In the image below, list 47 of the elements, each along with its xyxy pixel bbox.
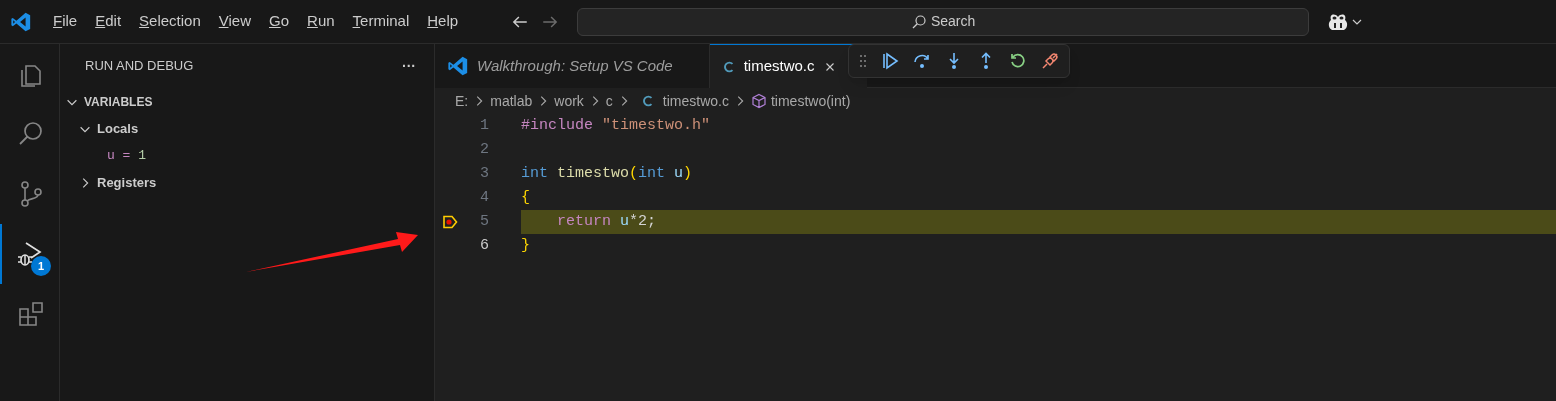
- breadcrumb-item[interactable]: timestwo.c: [662, 90, 729, 112]
- disconnect-icon[interactable]: [1041, 52, 1059, 70]
- breadcrumb-item[interactable]: matlab: [490, 90, 533, 112]
- menu-item[interactable]: View: [209, 7, 260, 36]
- more-actions-button[interactable]: ···: [402, 59, 416, 73]
- c-file-icon: [640, 94, 655, 108]
- search-icon: [910, 13, 927, 30]
- code-line: int timestwo(int u): [521, 163, 693, 184]
- line-number: 4: [479, 187, 489, 208]
- menu-item[interactable]: Run: [298, 7, 344, 36]
- code-line: return u*2;: [556, 211, 657, 232]
- code-line: {: [521, 187, 530, 208]
- line-number: 5: [479, 211, 489, 232]
- variable-entry[interactable]: u = 1: [107, 145, 147, 166]
- extensions-icon[interactable]: [16, 300, 45, 328]
- menu-item[interactable]: Selection: [130, 7, 210, 36]
- cube-icon: [750, 93, 767, 109]
- editor-tab[interactable]: timestwo.c: [709, 44, 867, 88]
- step-over-icon[interactable]: [913, 52, 931, 70]
- vscode-logo-icon: [10, 10, 32, 33]
- drag-handle-icon[interactable]: [859, 54, 867, 68]
- breadcrumb-item[interactable]: work: [554, 90, 584, 112]
- line-number: 6: [479, 235, 489, 256]
- restart-icon[interactable]: [1009, 52, 1027, 70]
- line-number: 3: [479, 163, 489, 184]
- vscode-logo-icon: [447, 55, 469, 77]
- count-badge: 1: [31, 256, 51, 276]
- line-number: 1: [479, 115, 489, 136]
- menu-item[interactable]: File: [44, 7, 87, 36]
- menu-item[interactable]: Go: [260, 7, 299, 36]
- breadcrumb-item[interactable]: timestwo(int): [770, 90, 851, 112]
- sidebar-title: RUN AND DEBUG: [85, 57, 194, 76]
- tree-item[interactable]: Locals: [97, 118, 139, 139]
- code-line: #include "timestwo.h": [521, 115, 711, 136]
- menu-item[interactable]: Help: [418, 7, 468, 36]
- continue-icon[interactable]: [881, 52, 899, 70]
- editor-tab[interactable]: Walkthrough: Setup VS Code: [435, 44, 710, 88]
- section-header[interactable]: VARIABLES: [84, 92, 153, 111]
- menu-item[interactable]: Terminal: [343, 7, 419, 36]
- breadcrumb-item[interactable]: c: [605, 90, 613, 112]
- menu-item[interactable]: Edit: [86, 7, 131, 36]
- breadcrumb-item[interactable]: E:: [455, 90, 469, 112]
- search-field[interactable]: Search: [577, 7, 1310, 36]
- c-file-icon: [721, 59, 736, 74]
- line-number: 2: [479, 139, 489, 160]
- tree-item[interactable]: Registers: [97, 172, 157, 193]
- code-line: }: [521, 235, 530, 256]
